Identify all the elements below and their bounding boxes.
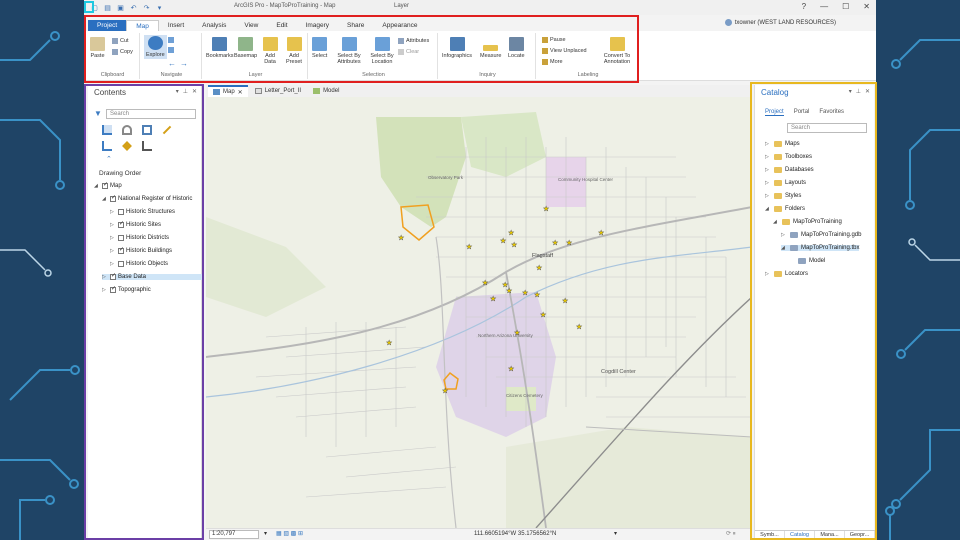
map-view-tabs: Map ✕ Letter_Port_II Model	[206, 85, 752, 97]
coordinate-readout: 111.6605194°W 35.1756562°N	[474, 531, 557, 537]
svg-text:★: ★	[442, 387, 448, 395]
customize-dropdown-icon[interactable]: ▾	[155, 3, 164, 12]
svg-text:★: ★	[540, 311, 546, 319]
svg-text:★: ★	[562, 297, 568, 305]
svg-text:★: ★	[552, 239, 558, 247]
minimize-button[interactable]: —	[820, 2, 828, 11]
svg-text:★: ★	[466, 243, 472, 251]
quick-access-toolbar: ▢ ▤ ▣ ↶ ↷ ▾	[84, 3, 164, 12]
window-title: ArcGIS Pro - MapToProTraining - Map	[234, 3, 336, 9]
university-area	[436, 292, 556, 437]
window-controls: ? — ☐ ✕	[802, 2, 870, 11]
map-label-hospital: Community Hospital Center	[558, 177, 614, 182]
ribbon-highlight-box	[84, 15, 639, 83]
quick-access-highlight-box	[84, 1, 94, 13]
svg-text:★: ★	[508, 229, 514, 237]
contents-highlight-box	[84, 84, 204, 540]
svg-text:★: ★	[511, 241, 517, 249]
tab-layout-view[interactable]: Letter_Port_II	[250, 85, 306, 97]
map-label-university: Northern Arizona University	[478, 333, 534, 338]
open-icon[interactable]: ▤	[103, 3, 112, 12]
refresh-icon[interactable]: ⟳ ⏸	[726, 530, 736, 538]
map-label-center: Flagstaff	[532, 253, 553, 259]
catalog-highlight-box	[750, 82, 877, 540]
svg-text:★: ★	[500, 237, 506, 245]
svg-text:★: ★	[576, 323, 582, 331]
user-account[interactable]: txowner (WEST LAND RESOURCES)	[724, 19, 836, 26]
map-label-cogdill: Cogdill Center	[601, 369, 636, 375]
view-toggle-icons[interactable]: ▦ ▧ ▩ ⊞	[276, 530, 303, 537]
park-area	[461, 112, 546, 177]
terrain-area	[506, 427, 752, 528]
save-icon[interactable]: ▣	[116, 3, 125, 12]
scale-selector[interactable]: 1:20,797	[209, 530, 259, 539]
user-name: txowner (WEST LAND RESOURCES)	[734, 19, 836, 26]
maximize-button[interactable]: ☐	[842, 2, 849, 11]
user-icon	[724, 19, 732, 26]
map-status-bar: 1:20,797 ▾ ▦ ▧ ▩ ⊞ 111.6605194°W 35.1756…	[206, 528, 752, 540]
map-label-mountain: Observatory Park	[428, 175, 464, 180]
map-canvas[interactable]: ★ ★ ★ ★ ★ ★ ★ ★ ★ ★ ★ ★ ★ ★ ★ ★ ★ ★ ★ ★ …	[206, 97, 752, 528]
topographic-basemap: ★ ★ ★ ★ ★ ★ ★ ★ ★ ★ ★ ★ ★ ★ ★ ★ ★ ★ ★ ★ …	[206, 112, 752, 528]
map-view: Map ✕ Letter_Port_II Model ★ ★ ★ ★ ★ ★ ★…	[206, 85, 752, 540]
svg-text:★: ★	[490, 295, 496, 303]
redo-icon[interactable]: ↷	[142, 3, 151, 12]
tab-map-view[interactable]: Map ✕	[208, 85, 248, 97]
scale-dropdown-icon[interactable]: ▾	[264, 530, 267, 537]
layout-icon	[254, 88, 262, 94]
map-label-cemetery: Citizens Cemetery	[506, 393, 544, 398]
svg-text:★: ★	[386, 339, 392, 347]
tab-model-view[interactable]: Model	[308, 85, 344, 97]
svg-text:★: ★	[482, 279, 488, 287]
close-button[interactable]: ✕	[863, 2, 870, 11]
svg-text:★: ★	[398, 234, 404, 242]
undo-icon[interactable]: ↶	[129, 3, 138, 12]
map-icon	[213, 89, 220, 95]
cemetery-area	[506, 387, 536, 411]
svg-text:★: ★	[522, 289, 528, 297]
svg-text:★: ★	[506, 287, 512, 295]
svg-text:★: ★	[536, 264, 542, 272]
close-icon[interactable]: ✕	[238, 89, 243, 96]
svg-text:★: ★	[534, 291, 540, 299]
svg-text:★: ★	[543, 205, 549, 213]
svg-text:★: ★	[598, 229, 604, 237]
title-bar: ▢ ▤ ▣ ↶ ↷ ▾ ArcGIS Pro - MapToProTrainin…	[84, 0, 876, 15]
help-button[interactable]: ?	[802, 2, 806, 11]
coordinate-dropdown-icon[interactable]: ▾	[614, 530, 617, 537]
svg-text:★: ★	[566, 239, 572, 247]
context-tab-group-label: Layer	[394, 3, 410, 9]
model-icon	[313, 88, 321, 94]
park-area	[376, 117, 466, 227]
terrain-area	[206, 217, 326, 317]
svg-text:★: ★	[508, 365, 514, 373]
